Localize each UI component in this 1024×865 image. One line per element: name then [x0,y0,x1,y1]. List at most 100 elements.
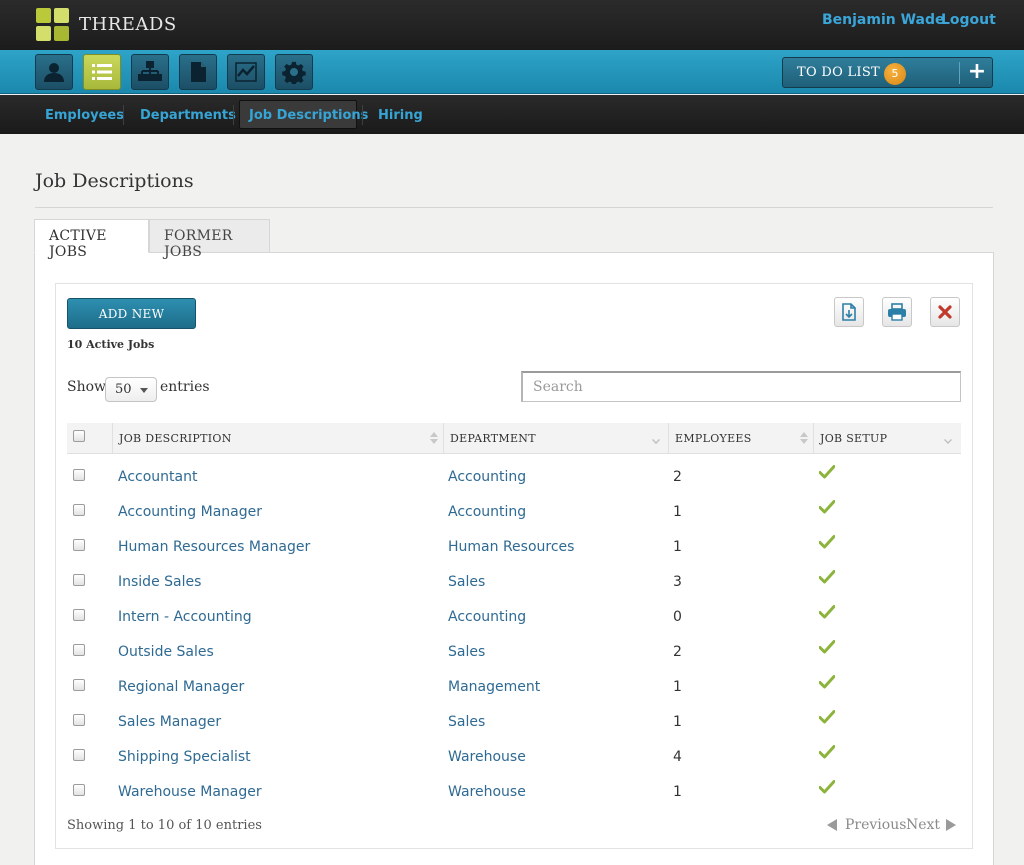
department-link[interactable]: Sales [448,574,485,590]
subnav-departments[interactable]: Departments [140,108,236,123]
check-icon [819,640,835,654]
job-description-link[interactable]: Outside Sales [118,644,214,660]
column-job-setup[interactable]: JOB SETUP [813,423,961,454]
table-header: JOB DESCRIPTION DEPARTMENT EMPLOYEES JOB… [67,423,961,454]
row-checkbox[interactable] [73,504,85,516]
department-link[interactable]: Accounting [448,469,526,485]
table-row: Outside Sales Sales 2 [67,637,961,672]
delete-button[interactable] [930,297,960,327]
reports-module-button[interactable] [227,54,265,90]
job-description-link[interactable]: Shipping Specialist [118,749,251,765]
table-row: Human Resources Manager Human Resources 1 [67,532,961,567]
app-brand: THREADS [79,14,177,35]
check-icon [819,500,835,514]
row-checkbox[interactable] [73,609,85,621]
chevron-down-icon [652,436,660,444]
row-checkbox[interactable] [73,749,85,761]
add-todo-button[interactable]: + [965,59,989,85]
documents-module-button[interactable] [179,54,217,90]
subnav-employees[interactable]: Employees [45,108,124,123]
department-link[interactable]: Human Resources [448,539,574,555]
department-link[interactable]: Warehouse [448,749,526,765]
check-icon [819,605,835,619]
department-link[interactable]: Sales [448,644,485,660]
subnav-job-descriptions[interactable]: Job Descriptions [249,108,368,123]
search-input[interactable] [521,371,961,402]
row-checkbox[interactable] [73,644,85,656]
job-description-link[interactable]: Inside Sales [118,574,201,590]
column-department[interactable]: DEPARTMENT [443,423,668,454]
table-row: Accounting Manager Accounting 1 [67,497,961,532]
chart-icon [235,62,257,82]
page-size-select[interactable]: 50 [105,377,157,402]
chevron-down-icon [944,436,952,444]
employee-count: 1 [673,539,682,555]
job-description-link[interactable]: Accountant [118,469,197,485]
add-new-button[interactable]: ADD NEW [67,298,196,329]
table-row: Warehouse Manager Warehouse 1 [67,777,961,812]
previous-page-button[interactable]: Previous [845,817,906,833]
table-row: Accountant Accounting 2 [67,462,961,497]
org-chart-module-button[interactable] [131,54,169,90]
row-checkbox[interactable] [73,574,85,586]
print-button[interactable] [882,297,912,327]
row-checkbox[interactable] [73,784,85,796]
table-row: Intern - Accounting Accounting 0 [67,602,961,637]
job-description-link[interactable]: Intern - Accounting [118,609,252,625]
employee-count: 1 [673,679,682,695]
logout-link[interactable]: Logout [941,12,996,28]
column-employees[interactable]: EMPLOYEES [668,423,813,454]
sort-icon [800,432,808,446]
check-icon [819,780,835,794]
department-link[interactable]: Accounting [448,609,526,625]
jobs-module-button[interactable] [83,54,121,90]
top-bar: THREADS Benjamin Wade Logout [0,0,1024,50]
todo-list-widget[interactable]: TO DO LIST 5 + [782,57,993,88]
job-description-link[interactable]: Accounting Manager [118,504,262,520]
department-link[interactable]: Accounting [448,504,526,520]
job-description-link[interactable]: Sales Manager [118,714,221,730]
job-description-link[interactable]: Regional Manager [118,679,244,695]
row-checkbox[interactable] [73,714,85,726]
title-divider [35,207,993,208]
next-page-button[interactable]: Next [906,817,940,833]
employee-count: 2 [673,644,682,660]
subnav-hiring[interactable]: Hiring [378,108,423,123]
check-icon [819,745,835,759]
employee-count: 1 [673,714,682,730]
check-icon [819,675,835,689]
user-name-link[interactable]: Benjamin Wade [822,12,945,28]
department-link[interactable]: Sales [448,714,485,730]
tab-former-jobs[interactable]: FORMER JOBS [149,219,270,260]
employee-count: 3 [673,574,682,590]
document-icon [191,62,206,82]
row-checkbox[interactable] [73,539,85,551]
employee-count: 2 [673,469,682,485]
employee-count: 4 [673,749,682,765]
job-description-link[interactable]: Human Resources Manager [118,539,310,555]
gear-icon [282,61,306,84]
check-icon [819,535,835,549]
select-all-checkbox[interactable] [73,430,85,442]
subnav-separator [233,105,234,125]
page-title: Job Descriptions [35,170,194,192]
export-button[interactable] [834,297,864,327]
settings-module-button[interactable] [275,54,313,90]
row-checkbox[interactable] [73,469,85,481]
show-label: Show [67,379,107,395]
row-checkbox[interactable] [73,679,85,691]
column-job-description[interactable]: JOB DESCRIPTION [112,423,443,454]
employee-count: 1 [673,504,682,520]
todo-list-label: TO DO LIST [797,65,881,80]
tab-active-jobs[interactable]: ACTIVE JOBS [34,219,149,260]
job-description-link[interactable]: Warehouse Manager [118,784,262,800]
previous-arrow-icon [827,819,837,831]
department-link[interactable]: Warehouse [448,784,526,800]
employee-count: 1 [673,784,682,800]
delete-icon [938,305,952,319]
department-link[interactable]: Management [448,679,540,695]
page-size-value: 50 [115,382,132,397]
column-label: JOB SETUP [820,432,888,445]
check-icon [819,465,835,479]
employees-module-button[interactable] [35,54,73,90]
